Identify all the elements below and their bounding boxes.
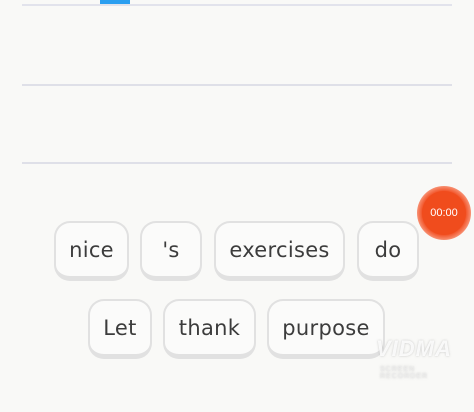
watermark-subtitle: SCREEN RECORDER — [380, 366, 429, 380]
screen-recorder-button[interactable]: 00:00 — [417, 186, 471, 240]
word-tile-s[interactable]: 's — [140, 221, 202, 281]
progress-marker — [100, 0, 130, 4]
word-tile-purpose[interactable]: purpose — [267, 299, 385, 359]
recorder-timer: 00:00 — [422, 191, 466, 235]
word-tile-nice[interactable]: nice — [54, 221, 129, 281]
word-tile-thank[interactable]: thank — [163, 299, 256, 359]
answer-line-2 — [22, 162, 452, 164]
word-tile-exercises[interactable]: exercises — [214, 221, 345, 281]
watermark-brand: VIDMA — [376, 336, 452, 361]
word-tile-let[interactable]: Let — [88, 299, 152, 359]
word-tile-do[interactable]: do — [357, 221, 419, 281]
recorder-watermark: VIDMA SCREEN RECORDER — [376, 336, 466, 382]
top-divider — [22, 4, 452, 6]
answer-line-1 — [22, 84, 452, 86]
